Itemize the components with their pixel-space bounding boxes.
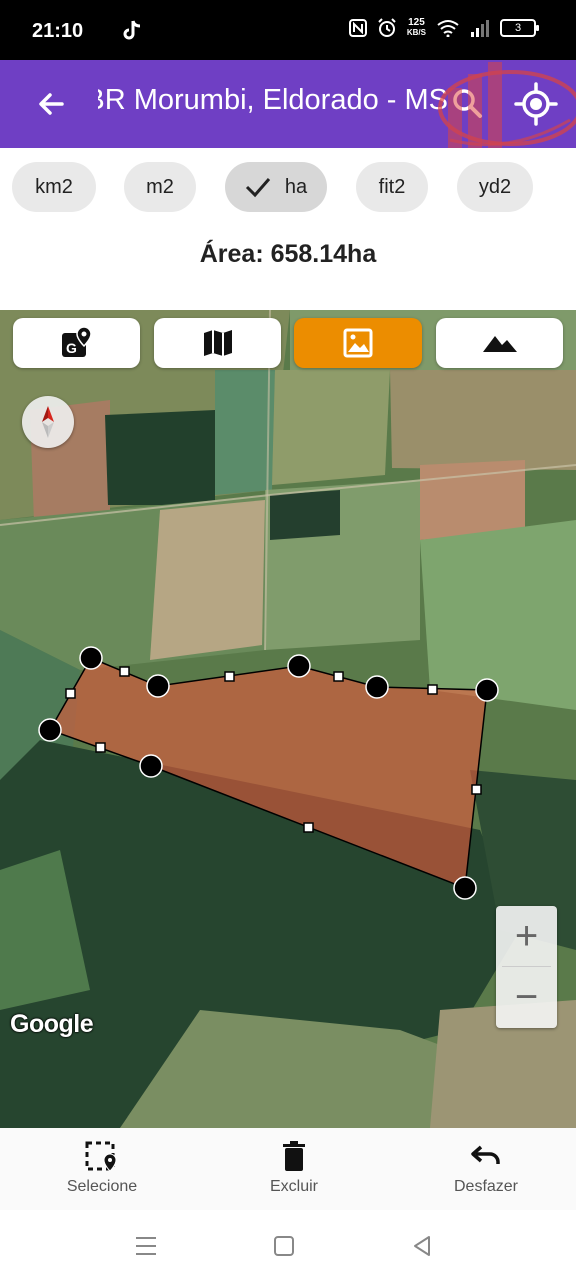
map-type-satellite-button[interactable] bbox=[294, 318, 422, 368]
map-type-terrain-button[interactable] bbox=[436, 318, 563, 368]
status-bar: 21:10 125 KB/S 3 bbox=[0, 0, 576, 60]
battery-indicator: 3 bbox=[500, 19, 539, 37]
trash-icon bbox=[283, 1141, 305, 1171]
map-type-map-button[interactable] bbox=[154, 318, 281, 368]
search-icon[interactable] bbox=[448, 84, 488, 124]
back-arrow-icon[interactable] bbox=[30, 84, 74, 124]
unit-chips: km2 m2 ha fit2 yd2 bbox=[0, 148, 576, 228]
unit-chip-label: m2 bbox=[146, 175, 174, 198]
undo-icon bbox=[471, 1145, 500, 1164]
tiktok-icon bbox=[123, 20, 141, 40]
undo-button[interactable]: Desfazer bbox=[416, 1140, 556, 1196]
svg-text:G: G bbox=[66, 340, 77, 356]
zoom-in-button[interactable]: + bbox=[496, 906, 557, 967]
unit-chip-label: fit2 bbox=[378, 175, 406, 198]
undo-label: Desfazer bbox=[453, 1178, 519, 1195]
unit-chip-km2[interactable]: km2 bbox=[12, 162, 96, 212]
map-type-google-button[interactable]: G bbox=[13, 318, 140, 368]
satellite-map[interactable]: G + − Google bbox=[0, 310, 576, 1128]
back-icon[interactable] bbox=[410, 1234, 434, 1258]
zoom-out-button[interactable]: − bbox=[496, 967, 557, 1028]
app-bar: BR Morumbi, Eldorado - MS bbox=[0, 60, 576, 148]
unit-chip-label: ha bbox=[284, 175, 308, 198]
net-speed-unit: KB/S bbox=[406, 28, 426, 37]
compass-icon bbox=[42, 406, 54, 438]
google-maps-icon: G bbox=[61, 326, 92, 357]
satellite-image-icon bbox=[343, 328, 373, 358]
location-title[interactable]: BR Morumbi, Eldorado - MS bbox=[98, 84, 448, 117]
signal-icon bbox=[471, 20, 489, 37]
unit-chip-label: yd2 bbox=[478, 175, 512, 198]
delete-button[interactable]: Excluir bbox=[224, 1140, 364, 1196]
system-nav-bar bbox=[0, 1210, 576, 1280]
net-speed-value: 125 bbox=[408, 17, 425, 28]
alarm-icon bbox=[378, 18, 396, 37]
menu-icon[interactable] bbox=[134, 1234, 158, 1258]
unit-chip-fit2[interactable]: fit2 bbox=[356, 162, 428, 212]
check-icon bbox=[245, 178, 271, 198]
terrain-icon bbox=[482, 336, 517, 352]
home-icon[interactable] bbox=[272, 1234, 296, 1258]
unit-chip-label: km2 bbox=[35, 175, 73, 198]
select-button[interactable]: Selecione bbox=[32, 1140, 172, 1196]
net-speed: 125 KB/S bbox=[407, 18, 426, 38]
unit-chip-yd2[interactable]: yd2 bbox=[457, 162, 533, 212]
zoom-controls: + − bbox=[496, 906, 557, 1028]
status-time: 21:10 bbox=[32, 20, 84, 42]
select-label: Selecione bbox=[66, 1178, 138, 1195]
google-attribution: Google bbox=[10, 1010, 94, 1038]
map-icon bbox=[203, 330, 232, 356]
bottom-action-bar: Selecione Excluir Desfazer bbox=[0, 1128, 576, 1210]
unit-chip-m2[interactable]: m2 bbox=[124, 162, 196, 212]
unit-chip-ha[interactable]: ha bbox=[225, 162, 327, 212]
area-value: Área: 658.14ha bbox=[199, 240, 377, 268]
wifi-icon bbox=[437, 20, 459, 37]
nfc-icon bbox=[348, 19, 367, 37]
delete-label: Excluir bbox=[269, 1178, 318, 1195]
location-title-text: BR Morumbi, Eldorado - MS bbox=[98, 84, 448, 116]
select-area-icon bbox=[85, 1141, 117, 1172]
my-location-icon[interactable] bbox=[514, 82, 558, 126]
map-imagery[interactable] bbox=[0, 310, 576, 1128]
compass-button[interactable] bbox=[22, 396, 74, 448]
